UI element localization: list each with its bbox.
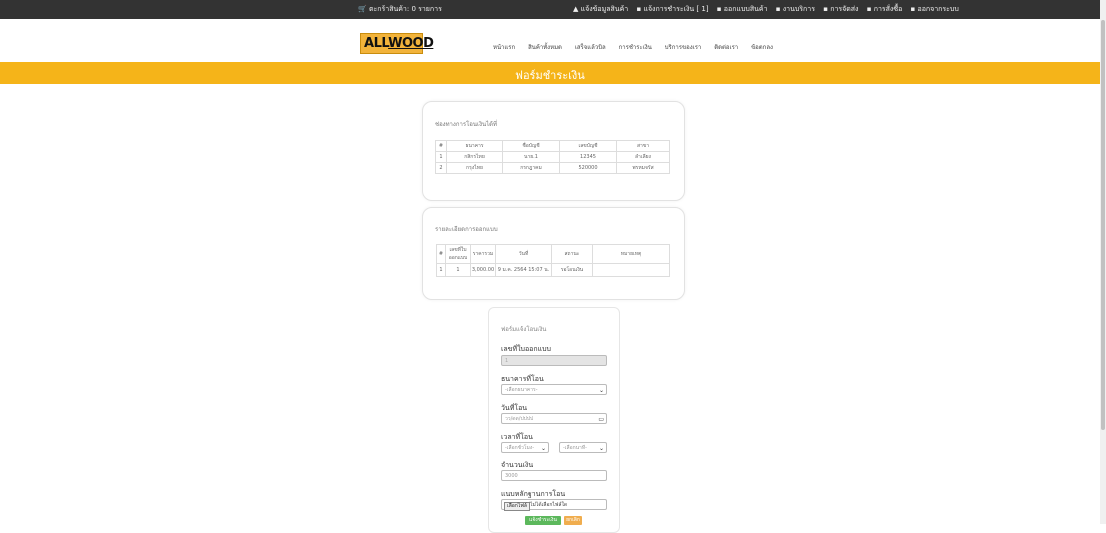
calendar-icon[interactable]: ▭ [598, 415, 604, 425]
bank-accounts-card: ช่องทางการโอนเงินได้ที่ # ธนาคาร ชื่อบัญ… [422, 101, 685, 201]
top-link-payment-notice[interactable]: ▪ แจ้งการชำระเงิน [ 1] [636, 5, 711, 13]
chevron-down-icon: ⌄ [598, 445, 604, 452]
col-bank: ธนาคาร [446, 140, 503, 152]
table-row: 1 กสิกรไทย นาย.1 12345 ลำเลียง [435, 151, 670, 163]
top-bar: 🛒 ตะกร้าสินค้า: 0 รายการ ▲ แจ้งข้อมูลสิน… [0, 0, 1100, 19]
chevron-down-icon: ⌄ [598, 387, 604, 394]
main-nav: หน้าแรก สินค้าทั้งหมด เสร็จแล้วบิล การชำ… [493, 42, 784, 52]
order-table: # เลขที่ใบ ออกแบบ ราคารวม วันที่ สถานะ ห… [436, 244, 670, 277]
nav-all-products[interactable]: สินค้าทั้งหมด [528, 44, 562, 51]
col-date: วันที่ [495, 244, 552, 264]
form-title: ฟอร์มแจ้งโอนเงิน [501, 326, 547, 333]
table-header-row: # ธนาคาร ชื่อบัญชี เลขบัญชี สาขา [435, 140, 670, 152]
top-link-product-info[interactable]: ▲ แจ้งข้อมูลสินค้า [573, 5, 631, 13]
page-title: ฟอร์มชำระเงิน [515, 69, 585, 82]
order-details-card: รายละเอียดการออกแบบ # เลขที่ใบ ออกแบบ รา… [422, 207, 685, 300]
cart-link[interactable]: 🛒 ตะกร้าสินค้า: 0 รายการ [358, 4, 442, 15]
col-status: สถานะ [551, 244, 593, 264]
cart-label: ตะกร้าสินค้า: 0 รายการ [368, 5, 442, 13]
transfer-date-input[interactable]: วว/ดด/ปปปป ▭ [501, 413, 607, 424]
col-account-name: ชื่อบัญชี [502, 140, 560, 152]
col-index: # [436, 244, 446, 264]
col-account-number: เลขบัญชี [559, 140, 617, 152]
top-link-logout[interactable]: ▪ ออกจากระบบ [911, 5, 962, 13]
file-status: ไม่ได้เลือกไฟล์ใด [530, 502, 568, 508]
table-row: 1 1 3,000.00 9 ม.ค. 2564 15:07 น. รอโอนเ… [436, 263, 670, 277]
top-link-service[interactable]: ▪ งานบริการ [776, 5, 818, 13]
order-card-title: รายละเอียดการออกแบบ [435, 226, 498, 233]
minute-select[interactable]: -เลือกนาที- ⌄ [559, 442, 607, 453]
table-header-row: # เลขที่ใบ ออกแบบ ราคารวม วันที่ สถานะ ห… [436, 244, 670, 264]
site-header [0, 19, 1100, 61]
nav-payment[interactable]: การชำระเงิน [619, 44, 652, 51]
col-note: หมายเหตุ [592, 244, 670, 264]
payment-form-card: ฟอร์มแจ้งโอนเงิน เลขที่ใบออกแบบ 1 ธนาคาร… [488, 307, 620, 533]
nav-contact[interactable]: ติดต่อเรา [714, 44, 738, 51]
bank-card-title: ช่องทางการโอนเงินได้ที่ [435, 121, 497, 128]
top-links: ▲ แจ้งข้อมูลสินค้า ▪ แจ้งการชำระเงิน [ 1… [573, 4, 965, 15]
col-index: # [435, 140, 447, 152]
bank-table: # ธนาคาร ชื่อบัญชี เลขบัญชี สาขา 1 กสิกร… [435, 140, 670, 174]
amount-input[interactable]: 3000 [501, 470, 607, 481]
scrollbar-thumb[interactable] [1101, 20, 1105, 430]
bank-select[interactable]: -เลือกธนาคาร- ⌄ [501, 384, 607, 395]
chevron-down-icon: ⌄ [540, 445, 546, 452]
top-link-design[interactable]: ▪ ออกแบบสินค้า [717, 5, 771, 13]
choose-file-button[interactable]: เลือกไฟล์ [504, 502, 530, 511]
order-no-label: เลขที่ใบออกแบบ [501, 345, 551, 353]
top-link-orders[interactable]: ▪ การสั่งซื้อ [867, 5, 906, 13]
nav-services[interactable]: บริการของเรา [665, 44, 702, 51]
col-total: ราคารวม [470, 244, 496, 264]
nav-home[interactable]: หน้าแรก [493, 44, 515, 51]
page-scrollbar[interactable] [1100, 0, 1106, 524]
nav-bills[interactable]: เสร็จแล้วบิล [575, 44, 606, 51]
col-branch: สาขา [616, 140, 670, 152]
table-row: 2 กรุงไทย กรกฎาคม 520000 พรหมจรัส [435, 162, 670, 174]
col-design-no: เลขที่ใบ ออกแบบ [445, 244, 471, 264]
order-no-field: 1 [501, 355, 607, 366]
page-banner: ฟอร์มชำระเงิน [0, 62, 1100, 84]
hour-select[interactable]: -เลือกชั่วโมง- ⌄ [501, 442, 549, 453]
allwood-logo[interactable]: ALLWOOD [360, 33, 434, 54]
slip-file-input[interactable]: เลือกไฟล์ ไม่ได้เลือกไฟล์ใด [501, 499, 607, 511]
top-link-delivery[interactable]: ▪ การจัดส่ง [823, 5, 861, 13]
nav-terms[interactable]: ข้อตกลง [751, 44, 773, 51]
